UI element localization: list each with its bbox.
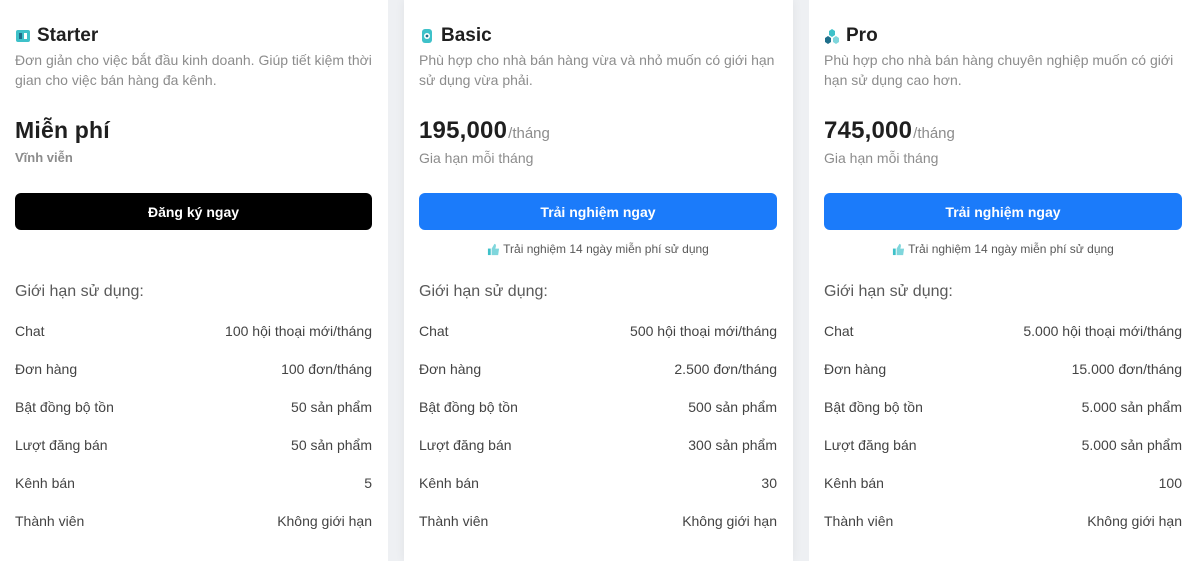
plan-description: Đơn giản cho việc bắt đầu kinh doanh. Gi…	[15, 52, 372, 88]
limits-title: Giới hạn sử dụng:	[15, 283, 144, 300]
limit-value: 5	[364, 475, 372, 491]
limit-label: Lượt đăng bán	[419, 437, 512, 453]
limit-value: 300 sản phẩm	[688, 437, 777, 453]
limit-value: 5.000 hội thoại mới/tháng	[1023, 323, 1182, 339]
plan-title: Pro	[846, 25, 878, 46]
limits-list: Chat 5.000 hội thoại mới/tháng Đơn hàng 15…	[824, 312, 1182, 540]
limit-value: Không giới hạn	[1087, 513, 1182, 529]
pro-cubes-icon	[825, 29, 839, 44]
thumbs-up-icon	[488, 243, 500, 255]
limit-row-listings: Lượt đăng bán 300 sản phẩm	[419, 426, 777, 464]
price-value: 745,000	[824, 117, 913, 144]
limit-label: Chat	[824, 323, 854, 339]
trial-note-text: Trải nghiệm 14 ngày miễn phí sử dụng	[908, 242, 1114, 256]
limit-label: Chat	[419, 323, 449, 339]
price-period: Gia hạn mỗi tháng	[419, 150, 534, 166]
plan-card-pro: Pro Phù hợp cho nhà bán hàng chuyên nghi…	[809, 0, 1195, 561]
limit-value: Không giới hạn	[682, 513, 777, 529]
plan-title: Starter	[37, 25, 99, 46]
plan-title: Basic	[441, 25, 492, 46]
limit-label: Kênh bán	[15, 475, 75, 491]
basic-lock-icon	[422, 29, 432, 43]
plan-price: 745,000 /tháng	[824, 117, 955, 145]
limit-row-channels: Kênh bán 100	[824, 464, 1182, 502]
limit-value: 5.000 sản phẩm	[1081, 437, 1182, 453]
limit-label: Bật đồng bộ tồn	[15, 399, 114, 415]
limit-row-orders: Đơn hàng 2.500 đơn/tháng	[419, 350, 777, 388]
limit-label: Thành viên	[419, 513, 489, 529]
register-button[interactable]: Đăng ký ngay	[15, 193, 372, 230]
limit-value: 100	[1158, 475, 1182, 491]
limits-list: Chat 500 hội thoại mới/tháng Đơn hàng 2.50…	[419, 312, 777, 540]
limit-label: Lượt đăng bán	[824, 437, 917, 453]
limit-row-members: Thành viên Không giới hạn	[824, 502, 1182, 540]
limit-label: Đơn hàng	[419, 361, 482, 377]
limit-label: Bật đồng bộ tồn	[419, 399, 518, 415]
limit-value: 50 sản phẩm	[291, 437, 372, 453]
limit-value: 50 sản phẩm	[291, 399, 372, 415]
limit-value: 15.000 đơn/tháng	[1071, 361, 1182, 377]
limit-value: 100 hội thoại mới/tháng	[225, 323, 372, 339]
limit-label: Đơn hàng	[15, 361, 78, 377]
limit-row-chat: Chat 5.000 hội thoại mới/tháng	[824, 312, 1182, 350]
starter-shield-icon	[16, 30, 30, 42]
plan-description: Phù hợp cho nhà bán hàng vừa và nhỏ muốn…	[419, 52, 775, 88]
limit-label: Lượt đăng bán	[15, 437, 108, 453]
limits-title: Giới hạn sử dụng:	[419, 283, 548, 300]
limit-row-channels: Kênh bán 5	[15, 464, 372, 502]
plan-header: Basic	[419, 25, 492, 47]
limit-label: Kênh bán	[419, 475, 479, 491]
limits-list: Chat 100 hội thoại mới/tháng Đơn hàng 100 …	[15, 312, 372, 540]
price-value: Miễn phí	[15, 117, 110, 143]
plan-card-basic: Basic Phù hợp cho nhà bán hàng vừa và nh…	[404, 0, 793, 561]
limit-value: 5.000 sản phẩm	[1081, 399, 1182, 415]
limit-row-listings: Lượt đăng bán 50 sản phẩm	[15, 426, 372, 464]
limit-row-orders: Đơn hàng 100 đơn/tháng	[15, 350, 372, 388]
trial-note: Trải nghiệm 14 ngày miễn phí sử dụng	[824, 242, 1182, 256]
plan-card-starter: Starter Đơn giản cho việc bắt đầu kinh d…	[0, 0, 388, 561]
limit-label: Thành viên	[15, 513, 85, 529]
thumbs-up-icon	[893, 243, 905, 255]
trial-note-text: Trải nghiệm 14 ngày miễn phí sử dụng	[503, 242, 709, 256]
limit-label: Kênh bán	[824, 475, 884, 491]
limit-value: Không giới hạn	[277, 513, 372, 529]
price-period: Vĩnh viễn	[15, 150, 73, 165]
price-value: 195,000	[419, 117, 508, 144]
plan-price: Miễn phí	[15, 117, 110, 144]
limit-value: 2.500 đơn/tháng	[674, 361, 777, 377]
price-unit: /tháng	[913, 125, 955, 142]
plan-description: Phù hợp cho nhà bán hàng chuyên nghiệp m…	[824, 52, 1174, 88]
limit-row-inventory-sync: Bật đồng bộ tồn 50 sản phẩm	[15, 388, 372, 426]
limit-label: Thành viên	[824, 513, 894, 529]
limit-label: Đơn hàng	[824, 361, 887, 377]
trial-note: Trải nghiệm 14 ngày miễn phí sử dụng	[419, 242, 777, 256]
limit-value: 30	[761, 475, 777, 491]
limit-value: 500 hội thoại mới/tháng	[630, 323, 777, 339]
limit-row-chat: Chat 500 hội thoại mới/tháng	[419, 312, 777, 350]
limit-row-channels: Kênh bán 30	[419, 464, 777, 502]
try-now-button[interactable]: Trải nghiệm ngay	[824, 193, 1182, 230]
plan-header: Starter	[15, 25, 98, 47]
limit-row-chat: Chat 100 hội thoại mới/tháng	[15, 312, 372, 350]
limit-value: 500 sản phẩm	[688, 399, 777, 415]
limit-row-members: Thành viên Không giới hạn	[15, 502, 372, 540]
price-period: Gia hạn mỗi tháng	[824, 150, 939, 166]
try-now-button[interactable]: Trải nghiệm ngay	[419, 193, 777, 230]
limit-row-listings: Lượt đăng bán 5.000 sản phẩm	[824, 426, 1182, 464]
limit-row-members: Thành viên Không giới hạn	[419, 502, 777, 540]
limit-value: 100 đơn/tháng	[281, 361, 372, 377]
limit-row-orders: Đơn hàng 15.000 đơn/tháng	[824, 350, 1182, 388]
price-unit: /tháng	[508, 125, 550, 142]
plan-header: Pro	[824, 25, 878, 47]
limit-label: Chat	[15, 323, 45, 339]
plan-price: 195,000 /tháng	[419, 117, 550, 145]
limit-row-inventory-sync: Bật đồng bộ tồn 500 sản phẩm	[419, 388, 777, 426]
limits-title: Giới hạn sử dụng:	[824, 283, 953, 300]
limit-row-inventory-sync: Bật đồng bộ tồn 5.000 sản phẩm	[824, 388, 1182, 426]
limit-label: Bật đồng bộ tồn	[824, 399, 923, 415]
